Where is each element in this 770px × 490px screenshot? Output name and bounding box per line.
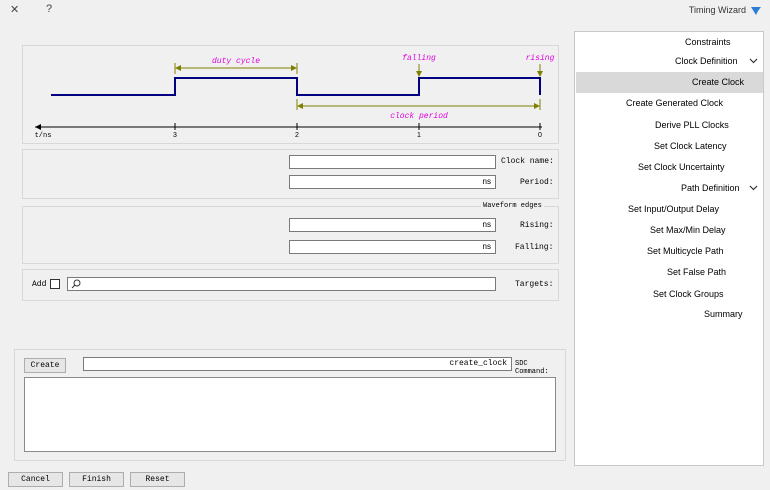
nav-item-set-clock-groups[interactable]: Set Clock Groups bbox=[653, 289, 724, 299]
period-input[interactable]: ns bbox=[289, 175, 496, 189]
rising-label: rising bbox=[526, 54, 555, 63]
axis-tick-label: 2 bbox=[295, 132, 299, 139]
sdc-command-label: SDC Command: bbox=[515, 360, 549, 376]
period-label: Period: bbox=[520, 178, 554, 187]
nav-item-set-false-path[interactable]: Set False Path bbox=[667, 267, 726, 277]
waveform-diagram-panel: duty cycle falling rising clock period t… bbox=[22, 45, 559, 144]
clock-period-label: clock period bbox=[390, 112, 448, 121]
duty-cycle-label: duty cycle bbox=[212, 57, 260, 66]
falling-label: falling bbox=[402, 54, 436, 63]
nav-item-set-multicycle-path[interactable]: Set Multicycle Path bbox=[647, 246, 724, 256]
chevron-down-icon[interactable] bbox=[749, 56, 758, 65]
sdc-output-area[interactable] bbox=[24, 377, 556, 452]
falling-input[interactable]: ns bbox=[289, 240, 496, 254]
sdc-command-input[interactable]: create_clock bbox=[83, 357, 512, 371]
close-icon[interactable]: ✕ bbox=[10, 3, 19, 16]
create-button[interactable]: Create bbox=[24, 358, 66, 373]
nav-item-set-max-min-delay[interactable]: Set Max/Min Delay bbox=[650, 225, 726, 235]
nav-path-definition[interactable]: Path Definition bbox=[681, 183, 740, 193]
nav-item-set-clock-latency[interactable]: Set Clock Latency bbox=[654, 141, 727, 151]
finish-button[interactable]: Finish bbox=[69, 472, 124, 487]
nav-clock-definition[interactable]: Clock Definition bbox=[675, 56, 738, 66]
title-bar: ✕ ? Timing Wizard bbox=[0, 0, 770, 22]
clock-waveform bbox=[51, 77, 541, 96]
add-checkbox[interactable] bbox=[50, 279, 60, 289]
sdc-command-panel: Create create_clock SDC Command: bbox=[14, 349, 566, 461]
axis-tick-label: 0 bbox=[538, 132, 542, 139]
waveform-diagram: duty cycle falling rising clock period t… bbox=[35, 54, 555, 140]
clock-name-label: Clock name: bbox=[501, 157, 554, 166]
waveform-edges-panel: Waveform edges ns Rising: ns Falling: bbox=[22, 202, 559, 264]
nav-item-create-generated-clock[interactable]: Create Generated Clock bbox=[626, 98, 723, 108]
nav-item-set-clock-uncertainty[interactable]: Set Clock Uncertainty bbox=[638, 162, 725, 172]
clock-name-input[interactable] bbox=[289, 155, 496, 169]
nav-item-summary[interactable]: Summary bbox=[704, 309, 743, 319]
app-logo-icon bbox=[751, 7, 761, 15]
search-icon[interactable] bbox=[71, 279, 81, 289]
rising-label: Rising: bbox=[520, 221, 554, 230]
chevron-down-icon[interactable] bbox=[749, 183, 758, 192]
nav-item-create-clock[interactable]: Create Clock bbox=[692, 77, 744, 87]
rising-input[interactable]: ns bbox=[289, 218, 496, 232]
clock-settings-panel: Clock name: ns Period: bbox=[22, 149, 559, 199]
falling-label: Falling: bbox=[515, 243, 554, 252]
add-label: Add bbox=[32, 280, 47, 289]
axis-tick-label: 3 bbox=[173, 132, 177, 139]
nav-root-constraints[interactable]: Constraints bbox=[685, 37, 731, 47]
window-title: Timing Wizard bbox=[688, 5, 746, 15]
nav-item-set-input-output-delay[interactable]: Set Input/Output Delay bbox=[628, 204, 719, 214]
help-icon[interactable]: ? bbox=[46, 3, 52, 15]
reset-button[interactable]: Reset bbox=[130, 472, 185, 487]
navigation-tree: Constraints Clock Definition Create Cloc… bbox=[574, 31, 764, 466]
cancel-button[interactable]: Cancel bbox=[8, 472, 63, 487]
nav-item-derive-pll-clocks[interactable]: Derive PLL Clocks bbox=[655, 120, 729, 130]
axis-tick-label: 1 bbox=[417, 132, 421, 139]
waveform-edges-title: Waveform edges bbox=[481, 202, 544, 210]
targets-input[interactable] bbox=[67, 277, 496, 291]
axis-unit-label: t/ns bbox=[35, 132, 52, 140]
targets-panel: Add Targets: bbox=[22, 269, 559, 301]
targets-label: Targets: bbox=[515, 280, 554, 289]
